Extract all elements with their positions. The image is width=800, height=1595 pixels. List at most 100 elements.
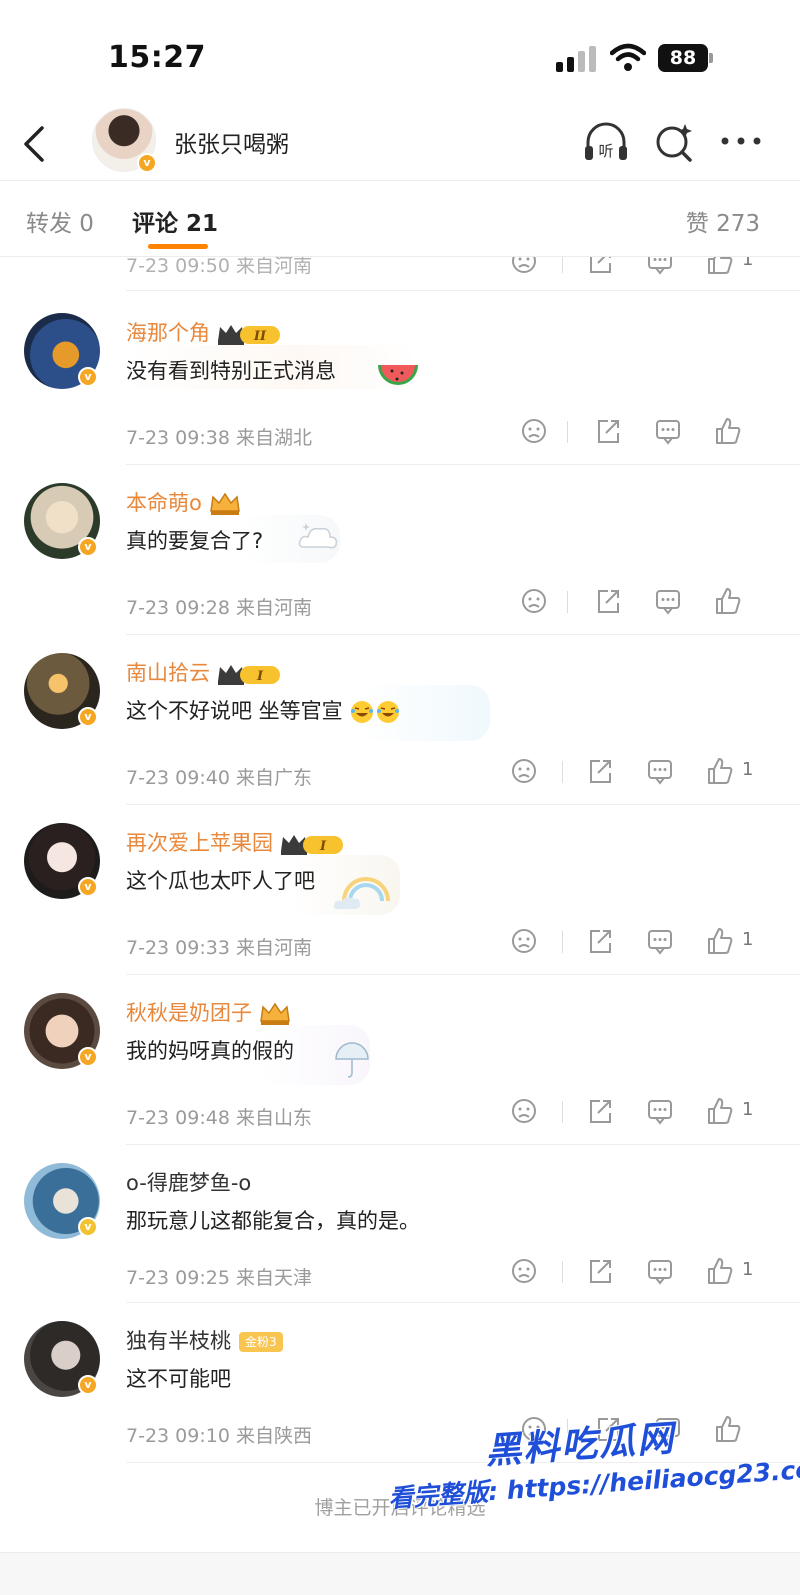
cloud-sticker-icon [298,523,338,549]
commenter-name[interactable]: 海那个角 II [126,317,284,347]
commenter-avatar[interactable]: v [24,483,100,559]
thumbs-up-icon [708,928,733,954]
tab-bar: 转发 0 评论 21 赞 273 [0,184,800,256]
reply-icon[interactable] [646,257,674,277]
svg-text:I: I [319,839,327,854]
commenter-avatar[interactable]: v [24,993,100,1069]
dislike-face-icon[interactable] [510,925,538,957]
verified-badge-icon: v [78,1217,98,1237]
commenter-name[interactable]: 本命萌o [126,487,242,517]
dislike-face-icon[interactable] [510,257,538,277]
dislike-face-icon[interactable] [520,415,548,447]
comment-item: v 本命萌o 真的要复合了? 7-23 09:28 来自河南 [0,465,800,635]
rainbow-cloud-sticker-icon [334,877,390,909]
dislike-face-icon[interactable] [510,1255,538,1287]
comment-text: 这个瓜也太吓人了吧 [126,869,315,893]
svg-text:I: I [256,669,264,684]
tab-like[interactable]: 赞 273 [686,204,760,238]
more-options-icon[interactable] [718,128,764,154]
back-arrow-icon[interactable] [18,122,50,166]
thumbs-up-icon [708,1258,733,1284]
commenter-name[interactable]: 独有半枝桃 金粉3 [126,1325,283,1355]
like-button[interactable] [714,415,742,447]
gold-crown-badge-icon [260,1002,290,1025]
like-button[interactable]: 1 [706,1255,753,1287]
comment-text: 这不可能吧 [126,1367,231,1391]
fan-level-badge: 金粉3 [239,1332,283,1352]
like-button[interactable]: 1 [706,755,753,787]
share-icon[interactable] [586,755,614,787]
like-button[interactable]: 1 [706,1095,753,1127]
share-icon[interactable] [586,925,614,957]
gold-crown-badge-icon [209,492,240,515]
dislike-face-icon[interactable] [520,585,548,617]
comment-text: 没有看到特别正式消息 [126,359,336,383]
listen-headphones-icon[interactable]: 听 [582,118,630,166]
commenter-avatar[interactable]: v [24,653,100,729]
dislike-face-icon[interactable] [510,755,538,787]
reply-icon[interactable] [646,925,674,957]
comment-list[interactable]: 7-23 09:50 来自河南 1 v 海那个角 II 没有看到特别正式消息 7-… [0,257,800,1595]
commenter-name[interactable]: 再次爱上苹果园 I [126,827,347,857]
like-count: 1 [742,257,754,270]
tab-repost[interactable]: 转发 0 [26,204,94,238]
thumbs-up-icon [708,257,733,274]
umbrella-sticker-icon [335,1042,369,1078]
commenter-avatar[interactable]: v [24,313,100,389]
dislike-face-icon[interactable] [510,1095,538,1127]
share-icon[interactable] [594,585,622,617]
page-header: v 张张只喝粥 听 [0,108,800,180]
share-icon[interactable] [586,257,614,277]
status-bar: 15:27 88 [0,0,800,108]
verified-badge-icon: v [78,1047,98,1067]
share-icon[interactable] [586,1255,614,1287]
site-watermark: 黑料吃瓜网 看完整版: https://heiliaocg23.com [384,1403,800,1569]
like-button[interactable]: 1 [706,257,753,277]
vip-crown-badge-icon: I [218,665,280,685]
tab-comment[interactable]: 评论 21 [132,204,218,238]
reply-icon[interactable] [646,1255,674,1287]
commenter-name[interactable]: o-得鹿梦鱼-o [126,1167,251,1197]
verified-badge-icon: v [137,153,157,173]
commenter-avatar[interactable]: v [24,1163,100,1239]
comment-item: v 再次爱上苹果园 I 这个瓜也太吓人了吧 7-23 09:33 来自河南 1 [0,805,800,975]
comment-text: 那玩意儿这都能复合，真的是。 [126,1209,420,1233]
search-icon[interactable] [652,118,696,166]
like-button[interactable] [714,585,742,617]
thumbs-up-icon [708,758,733,784]
comment-item: v 秋秋是奶团子 我的妈呀真的假的 7-23 09:48 来自山东 1 [0,975,800,1145]
author-avatar[interactable]: v [92,108,157,173]
commenter-avatar[interactable]: v [24,823,100,899]
commenter-name[interactable]: 秋秋是奶团子 [126,997,292,1027]
reply-icon[interactable] [646,1095,674,1127]
comment-text: 我的妈呀真的假的 [126,1039,294,1063]
verified-badge-icon: v [78,707,98,727]
battery-level: 88 [658,44,708,72]
reply-icon[interactable] [654,415,682,447]
laugh-cry-emoji-icon [351,701,374,723]
comment-item-partial: 7-23 09:50 来自河南 1 [0,257,800,291]
like-count: 1 [742,1099,754,1120]
battery-icon: 88 [658,44,714,72]
comment-text: 这个不好说吧 坐等官宣 [126,695,401,725]
bottom-bar [0,1552,800,1595]
comment-item: v 海那个角 II 没有看到特别正式消息 7-23 09:38 来自湖北 [0,295,800,465]
verified-badge-icon: v [78,877,98,897]
thumbs-up-icon [716,418,741,444]
wifi-icon [610,43,646,71]
like-button[interactable]: 1 [706,925,753,957]
cellular-signal-icon [556,46,596,72]
verified-badge-icon: v [78,537,98,557]
reply-icon[interactable] [654,585,682,617]
comment-item: v 南山拾云 I 这个不好说吧 坐等官宣 7-23 09:40 来自广东 1 [0,635,800,805]
share-icon[interactable] [594,415,622,447]
comment-meta: 7-23 09:10 来自陕西 [126,1425,312,1447]
author-name[interactable]: 张张只喝粥 [174,125,289,159]
reply-icon[interactable] [646,755,674,787]
share-icon[interactable] [586,1095,614,1127]
comment-meta: 7-23 09:28 来自河南 [126,597,312,619]
comment-text: 真的要复合了? [126,529,264,553]
commenter-avatar[interactable]: v [24,1321,100,1397]
svg-text:II: II [253,329,267,344]
commenter-name[interactable]: 南山拾云 I [126,657,284,687]
